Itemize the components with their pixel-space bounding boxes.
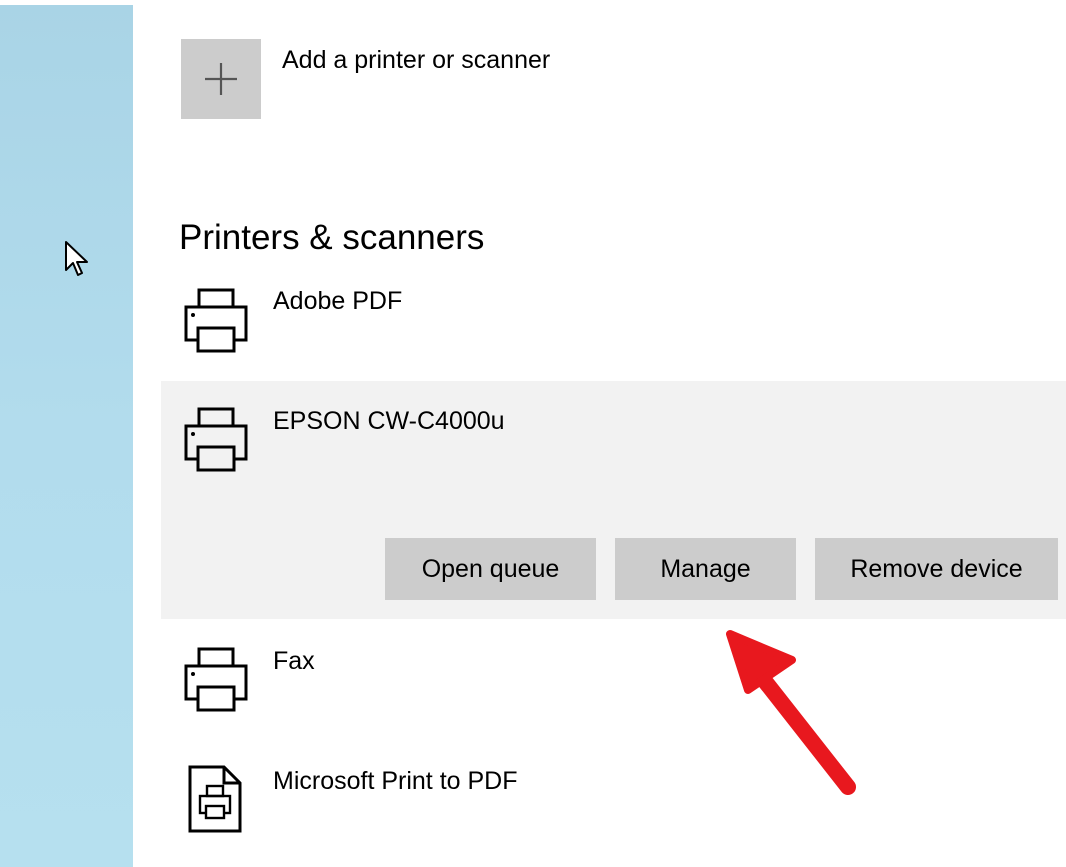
background-strip bbox=[0, 0, 133, 867]
device-name: EPSON CW-C4000u bbox=[273, 407, 505, 435]
plus-icon bbox=[205, 63, 237, 95]
page-title: Printers & scanners bbox=[179, 218, 485, 257]
open-queue-button[interactable]: Open queue bbox=[385, 538, 596, 600]
device-name: Adobe PDF bbox=[273, 287, 403, 315]
pdf-printer-icon bbox=[188, 765, 242, 833]
remove-device-button[interactable]: Remove device bbox=[815, 538, 1058, 600]
printer-icon bbox=[184, 407, 248, 472]
add-printer-button[interactable] bbox=[181, 39, 261, 119]
printer-icon bbox=[184, 288, 248, 353]
device-name: Fax bbox=[273, 647, 315, 675]
manage-button[interactable]: Manage bbox=[615, 538, 796, 600]
mouse-pointer-icon bbox=[65, 241, 88, 276]
device-name: Microsoft Print to PDF bbox=[273, 767, 518, 795]
add-printer-label[interactable]: Add a printer or scanner bbox=[282, 44, 550, 76]
printer-icon bbox=[184, 647, 248, 712]
top-edge bbox=[0, 0, 1066, 5]
